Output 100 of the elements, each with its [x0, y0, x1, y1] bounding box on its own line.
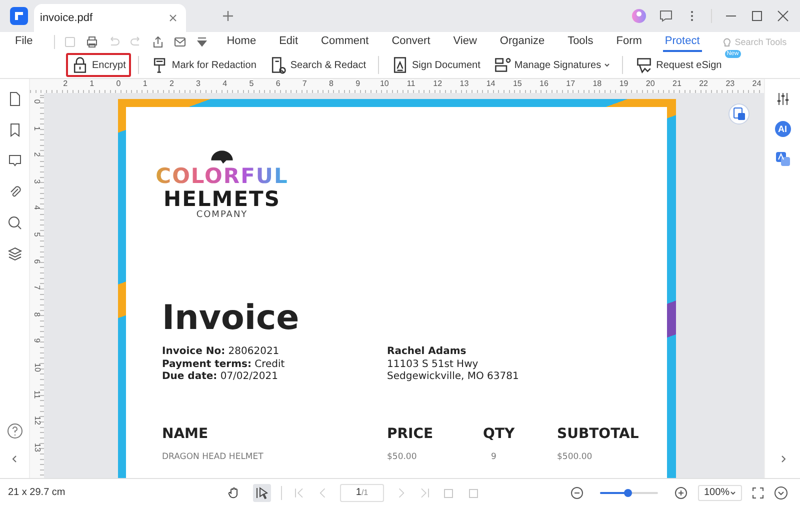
- more-options-icon[interactable]: [774, 486, 788, 500]
- ruler-number: 1: [88, 79, 96, 90]
- page-size-label: 21 x 29.7 cm: [8, 487, 66, 498]
- zoom-dropdown[interactable]: 100%: [698, 484, 742, 500]
- recipient-address: Sedgewickville, MO 63781: [387, 371, 520, 384]
- ruler-number: 4: [32, 206, 42, 210]
- ruler-number: 9: [32, 338, 42, 344]
- ruler-number: 7: [32, 285, 42, 290]
- ruler-number: 2: [168, 79, 175, 90]
- maximize-icon[interactable]: [750, 9, 764, 23]
- column-header: PRICE: [387, 426, 434, 442]
- toolbar-button[interactable]: Search & Redact: [264, 53, 371, 77]
- menu-tab[interactable]: Tools: [566, 32, 596, 52]
- menu-tab[interactable]: Organize: [498, 32, 547, 52]
- ruler-number: 7: [301, 79, 308, 90]
- ruler-number: 6: [32, 258, 42, 264]
- convert-to-word-icon[interactable]: [728, 103, 750, 125]
- toolbar-button[interactable]: Sign Document: [386, 53, 486, 77]
- logo-name: HELMETS: [164, 188, 280, 210]
- ruler-number: 13: [32, 442, 42, 452]
- page-number-field[interactable]: 1/1: [340, 484, 384, 502]
- ruler-number: 1: [142, 79, 148, 90]
- ruler-number: 10: [32, 362, 42, 372]
- ruler-number: 11: [32, 390, 42, 398]
- zoom-in-icon[interactable]: [674, 486, 688, 500]
- ruler-number: 20: [644, 79, 656, 90]
- column-header: NAME: [162, 426, 210, 442]
- toolbar-button[interactable]: Request eSign: [630, 53, 727, 77]
- translate-icon[interactable]: [774, 151, 790, 167]
- table-cell-text: $500.00: [557, 452, 594, 462]
- invoice-title: Invoice: [162, 297, 300, 340]
- menu-tab[interactable]: Edit: [277, 32, 300, 52]
- menu-tab[interactable]: Comment: [319, 32, 371, 52]
- ruler-number: 15: [512, 79, 523, 90]
- ruler-number: 5: [248, 79, 255, 90]
- menu-tab[interactable]: Convert: [390, 32, 432, 52]
- esign-icon: [635, 56, 654, 74]
- new-tab-icon[interactable]: [222, 10, 234, 22]
- table-cell-text: 9: [490, 452, 498, 462]
- ruler-number: 2: [62, 79, 69, 90]
- ruler-number: 21: [672, 79, 682, 90]
- menu-tab[interactable]: View: [451, 32, 479, 52]
- close-icon[interactable]: [168, 13, 178, 23]
- document-tab[interactable]: invoice.pdf: [34, 4, 186, 32]
- menu-tab[interactable]: Protect: [662, 32, 702, 52]
- close-window-icon[interactable]: [776, 9, 790, 23]
- avatar-icon[interactable]: [631, 8, 647, 24]
- invoice-detail: Invoice No: 28062021: [162, 346, 280, 358]
- share-icon[interactable]: [150, 35, 165, 49]
- ruler-number: 23: [724, 79, 736, 90]
- zoom-out-icon[interactable]: [570, 486, 584, 500]
- customize-icon[interactable]: [194, 35, 209, 49]
- ruler-number: 19: [618, 79, 630, 90]
- mail-icon[interactable]: [172, 35, 187, 49]
- caret-icon: [730, 490, 736, 496]
- column-header: QTY: [483, 426, 516, 442]
- slider-thumb[interactable]: [624, 488, 632, 496]
- chevron-left-icon[interactable]: [10, 454, 20, 464]
- ruler-number: 2: [32, 152, 42, 157]
- invoice-detail: Due date: 07/02/2021: [162, 371, 279, 384]
- print-icon[interactable]: [84, 35, 99, 49]
- ruler-number: 8: [32, 312, 42, 316]
- ruler-number: 14: [485, 79, 496, 90]
- ruler-number: 5: [32, 232, 42, 237]
- lightbulb-icon: [720, 36, 733, 48]
- ruler-number: 1: [32, 126, 42, 130]
- cursor-icon: [255, 486, 269, 500]
- toolbar-button[interactable]: Mark for Redaction: [146, 53, 262, 77]
- select-tool-button[interactable]: [253, 484, 271, 502]
- sliders-icon[interactable]: [774, 91, 790, 107]
- ruler-number: 6: [274, 79, 282, 90]
- column-header: SUBTOTAL: [557, 426, 640, 442]
- search-tools-field[interactable]: Search Tools: [720, 36, 797, 48]
- menu-tab[interactable]: Home: [224, 32, 258, 52]
- ruler-number: 10: [378, 79, 390, 90]
- menu-tab[interactable]: Form: [614, 32, 644, 52]
- comment-icon[interactable]: [6, 153, 22, 169]
- help-icon[interactable]: [6, 423, 22, 439]
- fit-page-icon[interactable]: [752, 486, 764, 498]
- toolbar-button[interactable]: Manage Signatures: [488, 53, 616, 77]
- ruler-number: 0: [32, 99, 42, 104]
- ruler-number: 22: [698, 79, 709, 90]
- layers-icon[interactable]: [6, 246, 22, 262]
- recipient-address: 11103 S 51st Hwy: [387, 358, 480, 371]
- ruler-number: 8: [328, 79, 334, 90]
- app-logo-icon: [10, 7, 28, 25]
- ruler-number: 12: [432, 79, 444, 90]
- ruler-number: 13: [458, 79, 470, 90]
- logo-subtitle: COMPANY: [196, 210, 248, 220]
- lock-icon: [71, 56, 89, 74]
- ruler-number: 9: [354, 79, 362, 90]
- signatures-icon: [493, 56, 512, 74]
- ruler-number: 3: [32, 179, 42, 184]
- ruler-number: 11: [406, 79, 416, 90]
- ai-assistant-button[interactable]: AI: [774, 121, 790, 137]
- table-cell-text: $50.00: [387, 452, 418, 462]
- feedback-icon[interactable]: [659, 9, 673, 23]
- file-menu[interactable]: File: [13, 32, 35, 52]
- toolbar-button[interactable]: Encrypt: [66, 53, 131, 77]
- search-icon[interactable]: [6, 215, 22, 231]
